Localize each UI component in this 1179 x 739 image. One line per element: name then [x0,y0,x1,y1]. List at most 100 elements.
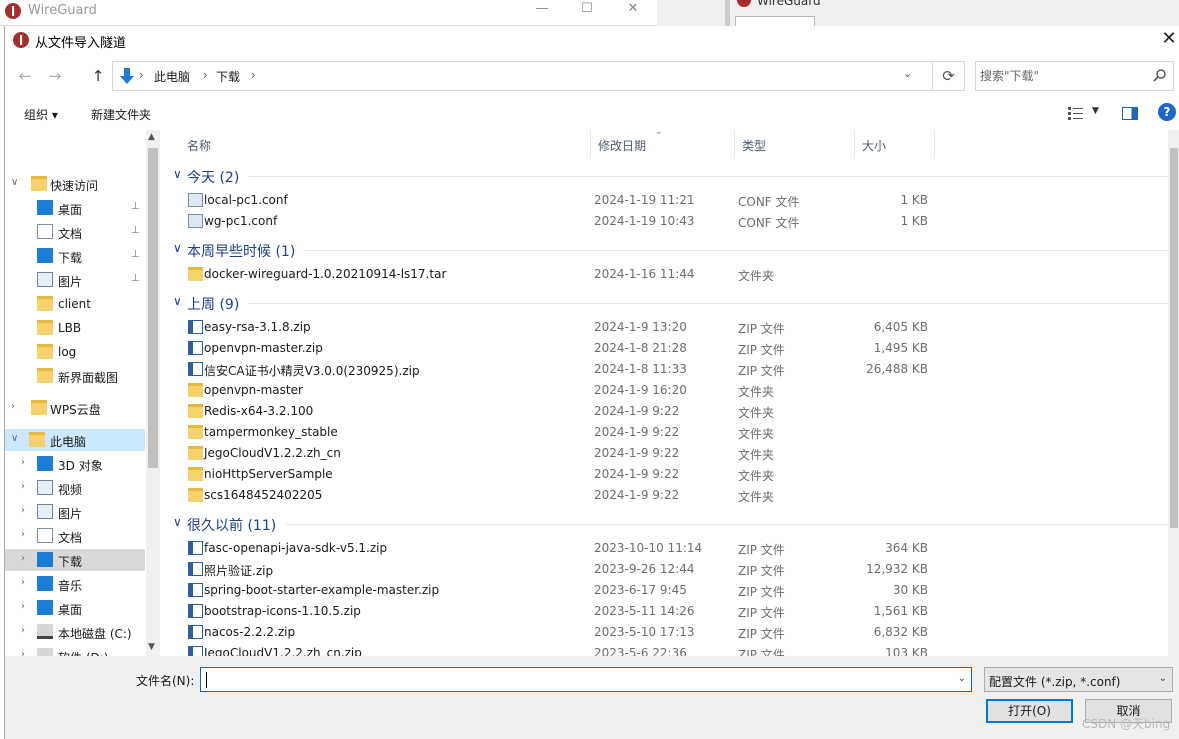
organize-button[interactable]: 组织 ▾ [24,106,58,123]
file-list-scrollbar[interactable] [1168,130,1179,656]
file-row[interactable]: 照片验证.zip 2023-9-26 12:44 ZIP 文件 12,932 KB [163,559,1168,580]
file-row[interactable]: 信安CA证书小精灵V3.0.0(230925).zip 2024-1-8 11:3… [163,359,1168,380]
file-size: 1 KB [900,214,928,228]
file-row[interactable]: tampermonkey_stable 2024-1-9 9:22 文件夹 [163,422,1168,443]
nav-item[interactable]: log [5,341,145,363]
address-bar[interactable]: › 此电脑 › 下载 › ⌄ ⟳ [112,61,965,91]
nav-item[interactable]: › 文档 [5,525,145,547]
file-row[interactable]: JegoCloudV1.2.2.zh_cn 2024-1-9 9:22 文件夹 [163,443,1168,464]
column-type[interactable]: 类型 [735,130,855,157]
chevron-right-icon[interactable]: › [11,401,15,412]
nav-item[interactable]: › 视频 [5,477,145,499]
group-divider [305,250,1168,251]
file-type-select[interactable]: 配置文件 (*.zip, *.conf) ⌄ [984,667,1173,692]
chevron-down-icon[interactable]: ∨ [173,294,182,308]
navigation-scrollbar[interactable]: ▲ ▼ [146,130,160,656]
nav-item[interactable]: 桌面 ⊥ [5,197,145,219]
close-button[interactable]: ✕ [610,1,656,16]
nav-item[interactable]: 文档 ⊥ [5,221,145,243]
new-folder-button[interactable]: 新建文件夹 [91,106,151,123]
document-icon [37,528,53,543]
chevron-right-icon[interactable]: › [21,481,25,492]
filename-dropdown-icon[interactable]: ⌄ [958,673,966,684]
search-input[interactable] [980,67,1145,85]
nav-item[interactable]: › 本地磁盘 (C:) [5,621,145,643]
file-row[interactable]: bootstrap-icons-1.10.5.zip 2023-5-11 14:2… [163,601,1168,622]
file-row[interactable]: nacos-2.2.2.zip 2023-5-10 17:13 ZIP 文件 6,83… [163,622,1168,643]
nav-item[interactable]: client [5,293,145,315]
file-row[interactable]: openvpn-master.zip 2024-1-8 21:28 ZIP 文件 1,… [163,338,1168,359]
nav-item[interactable]: ∨ 此电脑 [5,429,145,451]
document-icon [37,224,53,239]
help-icon[interactable]: ? [1158,103,1176,121]
chevron-down-icon[interactable]: ∨ [173,515,182,529]
chevron-right-icon[interactable]: › [21,625,25,636]
chevron-right-icon[interactable]: › [21,553,25,564]
chevron-down-icon[interactable]: ∨ [11,433,18,444]
nav-item[interactable]: ∨ 快速访问 [5,173,145,195]
file-size: 30 KB [892,583,928,597]
nav-item[interactable]: 新界面截图 [5,365,145,387]
file-row[interactable]: nioHttpServerSample 2024-1-9 9:22 文件夹 [163,464,1168,485]
refresh-button[interactable]: ⟳ [932,62,964,90]
column-name[interactable]: 名称 [180,130,591,157]
file-row[interactable]: JegoCloudV1.2.2.zh_cn.zip 2023-5-6 22:36 Z… [163,643,1168,656]
chevron-right-icon[interactable]: › [21,505,25,516]
chevron-down-icon[interactable]: ∨ [173,241,182,255]
nav-item[interactable]: › WPS云盘 [5,397,145,419]
chevron-down-icon[interactable]: ∨ [11,177,18,188]
nav-item[interactable]: › 软件 (D:) [5,645,145,656]
up-button[interactable]: ↑ [88,66,108,86]
nav-item[interactable]: › 音乐 [5,573,145,595]
nav-item[interactable]: LBB [5,317,145,339]
column-date[interactable]: 修改日期 [591,130,735,157]
nav-item[interactable]: › 下载 [5,549,145,571]
scroll-down-icon[interactable]: ▼ [148,642,155,652]
file-row[interactable]: Redis-x64-3.2.100 2024-1-9 9:22 文件夹 [163,401,1168,422]
maximize-button[interactable]: ☐ [564,1,610,16]
file-name: nacos-2.2.2.zip [204,625,296,639]
scrollbar-thumb[interactable] [1170,148,1178,528]
nav-item[interactable]: › 桌面 [5,597,145,619]
address-dropdown-icon[interactable]: ⌄ [903,67,912,80]
chevron-right-icon[interactable]: › [21,601,25,612]
view-dropdown-icon[interactable]: ▼ [1092,106,1099,116]
file-row[interactable]: local-pc1.conf 2024-1-19 11:21 CONF 文件 1 KB [163,190,1168,211]
chevron-right-icon[interactable]: › [21,457,25,468]
breadcrumb-downloads[interactable]: 下载 [216,68,240,85]
filename-field[interactable]: ⌄ [200,667,972,692]
chevron-right-icon[interactable]: › [21,649,25,656]
nav-item[interactable]: › 图片 [5,501,145,523]
scrollbar-thumb[interactable] [148,148,158,468]
breadcrumb-this-pc[interactable]: 此电脑 [154,68,190,85]
group-header[interactable]: ∨ 今天 (2) [163,164,1168,188]
back-button[interactable]: ← [15,66,35,86]
search-box[interactable] [975,61,1174,91]
file-row[interactable]: fasc-openapi-java-sdk-v5.1.zip 2023-10-10… [163,538,1168,559]
open-button[interactable]: 打开(O) [986,699,1073,723]
forward-button[interactable]: → [45,66,65,86]
filename-input[interactable] [205,671,945,689]
search-icon[interactable] [1153,68,1167,82]
chevron-right-icon[interactable]: › [21,577,25,588]
nav-item[interactable]: 下载 ⊥ [5,245,145,267]
minimize-button[interactable]: — [519,1,565,16]
dialog-close-button[interactable]: ✕ [1159,29,1179,51]
group-header[interactable]: ∨ 很久以前 (11) [163,512,1168,536]
file-row[interactable]: spring-boot-starter-example-master.zip 20… [163,580,1168,601]
file-row[interactable]: wg-pc1.conf 2024-1-19 10:43 CONF 文件 1 KB [163,211,1168,232]
file-row[interactable]: docker-wireguard-1.0.20210914-ls17.tar 20… [163,264,1168,285]
group-header[interactable]: ∨ 上周 (9) [163,291,1168,315]
file-row[interactable]: scs1648452402205 2024-1-9 9:22 文件夹 [163,485,1168,506]
file-row[interactable]: openvpn-master 2024-1-9 16:20 文件夹 [163,380,1168,401]
chevron-right-icon[interactable]: › [21,529,25,540]
preview-pane-icon[interactable] [1122,107,1138,120]
chevron-down-icon[interactable]: ∨ [173,167,182,181]
column-size[interactable]: 大小 [855,130,935,157]
view-options-icon[interactable] [1068,106,1086,120]
nav-item[interactable]: 图片 ⊥ [5,269,145,291]
scroll-up-icon[interactable]: ▲ [148,132,155,142]
nav-item[interactable]: › 3D 对象 [5,453,145,475]
file-row[interactable]: easy-rsa-3.1.8.zip 2024-1-9 13:20 ZIP 文件 6,… [163,317,1168,338]
group-header[interactable]: ∨ 本周早些时候 (1) [163,238,1168,262]
